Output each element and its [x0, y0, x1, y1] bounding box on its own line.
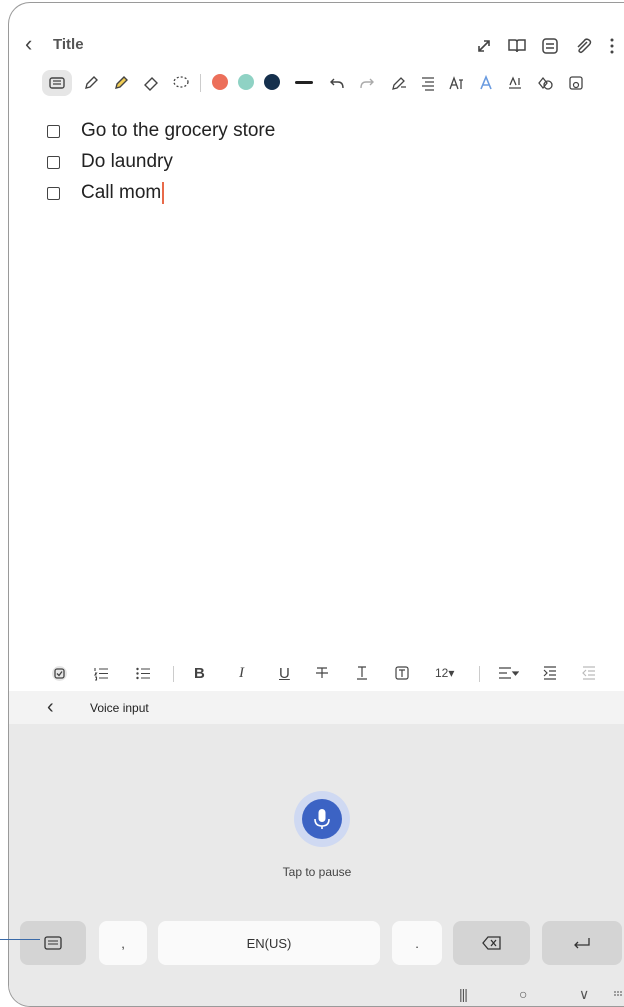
backspace-icon — [481, 936, 501, 950]
toolbar-divider — [173, 666, 174, 682]
bold-button[interactable]: B — [194, 665, 205, 682]
microphone-button[interactable] — [294, 791, 350, 847]
text-cursor — [162, 182, 164, 204]
pen-toolbar-right — [9, 65, 624, 101]
back-icon[interactable]: ‹ — [25, 31, 32, 57]
pen-settings-icon[interactable] — [390, 74, 408, 92]
device-frame: ‹ Title Go to the grocery store Do laund… — [8, 2, 624, 1007]
indent-icon[interactable] — [542, 665, 558, 681]
handwriting-style-icon[interactable] — [477, 74, 495, 92]
strikethrough-icon[interactable] — [314, 665, 330, 681]
paragraph-align-icon[interactable] — [497, 665, 519, 681]
toolbar-divider — [479, 666, 480, 682]
underline-button[interactable]: U — [279, 665, 290, 682]
voice-status-text: Tap to pause — [282, 865, 352, 879]
page-template-icon[interactable] — [539, 35, 561, 57]
language-space-key[interactable]: EN(US) — [158, 921, 380, 965]
keyboard-icon — [44, 936, 62, 950]
backspace-key[interactable] — [453, 921, 530, 965]
shapes-icon[interactable] — [536, 74, 554, 92]
checkbox-icon[interactable] — [47, 124, 60, 138]
text-align-icon[interactable] — [419, 74, 437, 92]
keyboard-switch-button[interactable] — [20, 921, 86, 965]
comma-key[interactable]: , — [99, 921, 147, 965]
checklist-item-text: Go to the grocery store — [81, 120, 276, 141]
text-spacing-icon[interactable] — [506, 74, 524, 92]
expand-icon[interactable] — [473, 35, 495, 57]
attach-icon[interactable] — [572, 35, 594, 57]
pen-thickness-icon[interactable] — [295, 81, 313, 84]
text-style-icon[interactable] — [447, 74, 465, 92]
note-title[interactable]: Title — [53, 36, 84, 53]
checklist-item[interactable]: Call mom — [47, 178, 164, 208]
outdent-icon[interactable] — [581, 665, 597, 681]
text-color-icon[interactable] — [354, 665, 370, 681]
note-content[interactable]: Go to the grocery store Do laundry Call … — [9, 101, 624, 651]
checklist-item[interactable]: Do laundry — [47, 147, 173, 177]
checklist-item[interactable]: Go to the grocery store — [47, 116, 275, 146]
keyboard-grid-icon[interactable] — [613, 990, 623, 1000]
bulleted-list-icon[interactable] — [135, 665, 152, 682]
book-view-icon[interactable] — [506, 35, 528, 57]
insert-object-icon[interactable] — [567, 74, 585, 92]
italic-button[interactable]: I — [239, 665, 244, 682]
recents-button[interactable]: ||| — [459, 986, 468, 1002]
voice-back-icon[interactable]: ‹ — [47, 696, 54, 719]
voice-input-label: Voice input — [90, 701, 149, 715]
enter-key[interactable] — [542, 921, 622, 965]
checklist-item-text: Call mom — [81, 182, 162, 203]
back-button[interactable]: ∨ — [579, 986, 589, 1003]
checklist-item-text: Do laundry — [81, 151, 173, 172]
checkbox-icon[interactable] — [47, 186, 60, 200]
text-background-icon[interactable] — [394, 665, 410, 681]
numbered-list-icon[interactable] — [93, 665, 110, 682]
home-button[interactable]: ○ — [519, 986, 527, 1002]
redo-icon[interactable] — [358, 74, 376, 92]
checkbox-list-icon[interactable] — [51, 665, 68, 682]
mic-icon — [302, 799, 342, 839]
callout-line — [0, 939, 40, 940]
enter-icon — [574, 938, 590, 949]
checkbox-icon[interactable] — [47, 155, 60, 169]
undo-icon[interactable] — [328, 74, 346, 92]
title-bar: ‹ Title — [9, 3, 624, 65]
voice-input-header: ‹ Voice input — [9, 691, 624, 724]
period-key[interactable]: . — [392, 921, 442, 965]
format-toolbar: B I U 12▾ — [9, 657, 624, 689]
more-options-icon[interactable] — [601, 35, 623, 57]
font-size-dropdown[interactable]: 12▾ — [435, 666, 454, 680]
